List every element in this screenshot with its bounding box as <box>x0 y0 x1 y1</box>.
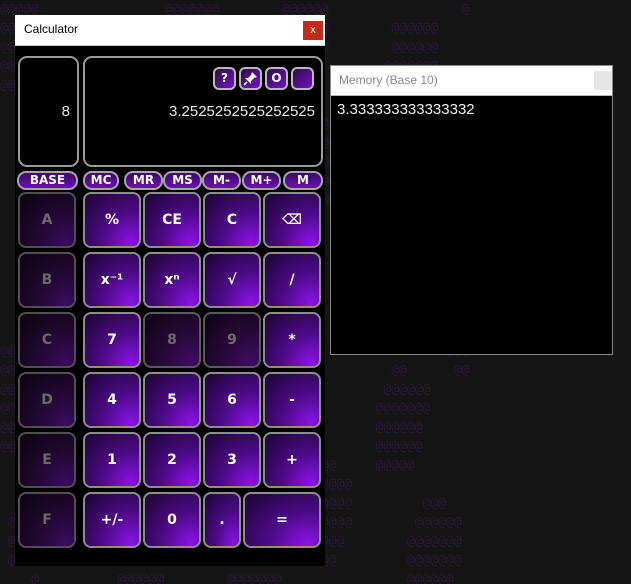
two-key[interactable]: 2 <box>143 432 201 488</box>
calculator-title: Calculator <box>24 22 79 36</box>
plus-key[interactable]: + <box>263 432 321 488</box>
sqrt-key[interactable]: √ <box>203 252 261 308</box>
close-button[interactable]: x <box>303 21 323 40</box>
backspace-icon: ⌫ <box>282 212 302 228</box>
multiply-key[interactable]: * <box>263 312 321 368</box>
six-key[interactable]: 6 <box>203 372 261 428</box>
memory-titlebar[interactable]: Memory (Base 10) <box>331 66 612 96</box>
equals-key[interactable]: = <box>243 492 321 548</box>
memory-close-button[interactable] <box>594 71 612 90</box>
base-value: 8 <box>61 103 70 120</box>
main-display: ? O 3.2525252525252525 <box>83 56 323 167</box>
hex-e-key[interactable]: E <box>18 432 76 488</box>
toggle-button[interactable] <box>291 67 314 90</box>
seven-key[interactable]: 7 <box>83 312 141 368</box>
zero-key[interactable]: 0 <box>143 492 201 548</box>
inverse-key[interactable]: x⁻¹ <box>83 252 141 308</box>
m-button[interactable]: M <box>283 171 323 190</box>
hex-f-key[interactable]: F <box>18 492 76 548</box>
display-value: 3.2525252525252525 <box>169 103 315 120</box>
base-display: 8 <box>18 56 79 167</box>
mr-button[interactable]: MR <box>124 171 163 190</box>
eight-key[interactable]: 8 <box>143 312 201 368</box>
percent-key[interactable]: % <box>83 192 141 248</box>
m-plus-button[interactable]: M+ <box>242 171 281 190</box>
backspace-key[interactable]: ⌫ <box>263 192 321 248</box>
hex-c-key[interactable]: C <box>18 312 76 368</box>
clear-key[interactable]: C <box>203 192 261 248</box>
calculator-window: Calculator x 8 ? O 3.2525252525252525 BA… <box>15 15 325 566</box>
divide-key[interactable]: / <box>263 252 321 308</box>
pin-button[interactable] <box>239 67 262 90</box>
five-key[interactable]: 5 <box>143 372 201 428</box>
one-key[interactable]: 1 <box>83 432 141 488</box>
power-key[interactable]: xⁿ <box>143 252 201 308</box>
four-key[interactable]: 4 <box>83 372 141 428</box>
hex-b-key[interactable]: B <box>18 252 76 308</box>
settings-button[interactable]: O <box>265 67 288 90</box>
hex-a-key[interactable]: A <box>18 192 76 248</box>
decimal-key[interactable]: . <box>203 492 241 548</box>
calculator-titlebar[interactable]: Calculator x <box>15 15 325 46</box>
memory-value: 3.333333333333332 <box>337 101 475 118</box>
base-button[interactable]: BASE <box>17 171 78 190</box>
hex-d-key[interactable]: D <box>18 372 76 428</box>
memory-button-row: BASE MC MR MS M- M+ M <box>15 171 325 191</box>
m-minus-button[interactable]: M- <box>202 171 241 190</box>
negate-key[interactable]: +/- <box>83 492 141 548</box>
memory-title: Memory (Base 10) <box>339 73 438 87</box>
memory-window: Memory (Base 10) 3.333333333333332 <box>330 65 613 355</box>
minus-key[interactable]: - <box>263 372 321 428</box>
ms-button[interactable]: MS <box>163 171 202 190</box>
nine-key[interactable]: 9 <box>203 312 261 368</box>
help-button[interactable]: ? <box>213 67 236 90</box>
ce-key[interactable]: CE <box>143 192 201 248</box>
three-key[interactable]: 3 <box>203 432 261 488</box>
mc-button[interactable]: MC <box>83 171 119 190</box>
pin-icon <box>243 72 257 86</box>
